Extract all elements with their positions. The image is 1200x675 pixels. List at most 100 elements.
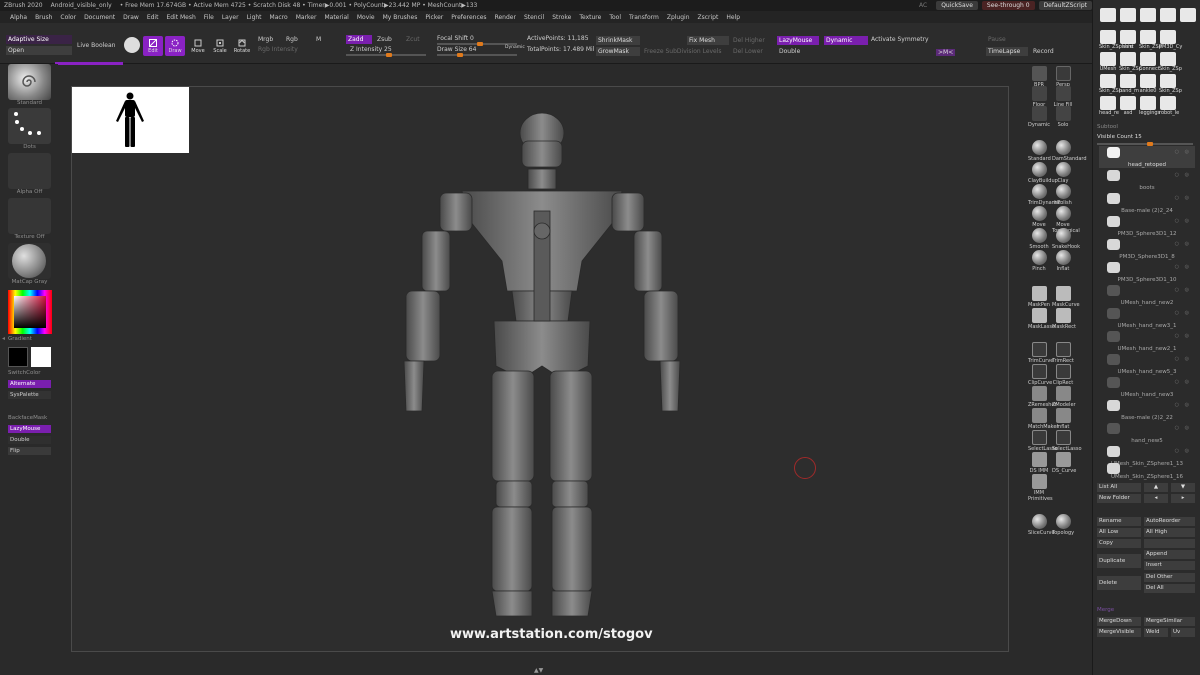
menu-my-brushes[interactable]: My Brushes bbox=[379, 14, 422, 21]
alpha-off-swatch[interactable] bbox=[8, 153, 51, 189]
subtool-visibility-icons[interactable]: ○ ◎ bbox=[1175, 218, 1191, 224]
menu-light[interactable]: Light bbox=[243, 14, 266, 21]
brush-maskcurve[interactable]: MaskCurve bbox=[1052, 286, 1080, 308]
tool-thumb[interactable] bbox=[1119, 8, 1137, 22]
autoreorder-button[interactable]: AutoReorder bbox=[1144, 517, 1195, 526]
z-intensity-slider[interactable]: Z Intensity 25 bbox=[350, 46, 392, 53]
live-boolean-button[interactable]: Live Boolean bbox=[77, 42, 115, 49]
brush-snakehook[interactable]: SnakeHook bbox=[1052, 228, 1080, 250]
subtool-header[interactable]: Subtool bbox=[1097, 124, 1118, 130]
subtool-row-selected[interactable]: ○ ◎ head_retoped bbox=[1099, 146, 1195, 168]
tool-thumb[interactable]: head_re bbox=[1099, 96, 1119, 116]
document-canvas[interactable]: www.artstation.com/stogov bbox=[71, 86, 1009, 652]
menu-zplugin[interactable]: Zplugin bbox=[663, 14, 694, 21]
stroke-dots-swatch[interactable] bbox=[8, 108, 51, 144]
dynamic-size-button[interactable]: Dynamic bbox=[505, 45, 525, 50]
pause-button[interactable]: Pause bbox=[988, 36, 1006, 43]
menu-transform[interactable]: Transform bbox=[625, 14, 663, 21]
tool-thumb[interactable]: Connect bbox=[1139, 52, 1160, 72]
tool-thumb[interactable]: PM3D_Cy bbox=[1159, 30, 1182, 50]
subtool-row[interactable]: ○ ◎ PM3D_Sphere3D1_8 bbox=[1099, 238, 1195, 260]
gradient-label[interactable]: Gradient bbox=[8, 336, 51, 342]
focal-shift-knob[interactable] bbox=[477, 42, 483, 46]
duplicate-button[interactable]: Duplicate bbox=[1097, 554, 1141, 568]
z-intensity-track[interactable] bbox=[346, 53, 426, 57]
record-button[interactable]: Record bbox=[1033, 48, 1054, 55]
growmask-button[interactable]: GrowMask bbox=[596, 47, 640, 56]
brush-maskpen[interactable]: MaskPen bbox=[1028, 286, 1050, 308]
tool-thumb[interactable]: Skin_ZSp bbox=[1159, 52, 1182, 72]
tool-thumb[interactable]: Skin_ZSp bbox=[1119, 52, 1142, 72]
matcap-gray-swatch[interactable] bbox=[8, 243, 51, 279]
brush-trimdynamic[interactable]: TrimDynamic bbox=[1028, 184, 1061, 206]
timelapse-button[interactable]: TimeLapse bbox=[986, 47, 1028, 56]
tool-thumb[interactable] bbox=[1179, 8, 1197, 22]
switchcolor-button[interactable]: SwitchColor bbox=[8, 370, 51, 376]
subtool-row[interactable]: ○ ◎ UMesh_hand_new5_3 bbox=[1099, 353, 1195, 375]
all-high-button[interactable]: All High bbox=[1144, 528, 1195, 537]
brush-trimrect[interactable]: TrimRect bbox=[1052, 342, 1074, 364]
default-zscript-button[interactable]: DefaultZScript bbox=[1038, 1, 1092, 10]
double-toggle[interactable]: Double bbox=[8, 436, 51, 444]
ac-indicator[interactable]: AC bbox=[914, 1, 932, 10]
tool-thumb[interactable]: Skin_ZSp bbox=[1099, 74, 1122, 94]
subtool-visibility-icons[interactable]: ○ ◎ bbox=[1175, 287, 1191, 293]
draw-size-track[interactable] bbox=[437, 53, 517, 57]
subtool-visibility-icons[interactable]: ○ ◎ bbox=[1175, 195, 1191, 201]
brush-slicecurve[interactable]: SliceCurve bbox=[1028, 514, 1055, 536]
subtool-row[interactable]: ○ ◎ Base-male (2)2_24 bbox=[1099, 192, 1195, 214]
menu-help[interactable]: Help bbox=[722, 14, 744, 21]
brush-smooth[interactable]: Smooth bbox=[1028, 228, 1050, 250]
mergedown-button[interactable]: MergeDown bbox=[1097, 617, 1141, 626]
brush-pinch[interactable]: Pinch bbox=[1028, 250, 1050, 272]
insert-button[interactable]: Insert bbox=[1144, 561, 1195, 570]
see-through-slider[interactable]: See-through 0 bbox=[981, 1, 1035, 10]
edit-button[interactable]: Edit bbox=[143, 36, 163, 56]
menu-draw[interactable]: Draw bbox=[119, 14, 143, 21]
brush-trimcurve[interactable]: TrimCurve bbox=[1028, 342, 1053, 364]
brush-clay[interactable]: Clay bbox=[1052, 162, 1074, 184]
tool-thumb[interactable]: asd bbox=[1119, 96, 1137, 116]
menu-file[interactable]: File bbox=[200, 14, 218, 21]
subtool-visibility-icons[interactable]: ○ ◎ bbox=[1175, 149, 1191, 155]
primary-color-swatch[interactable] bbox=[8, 347, 28, 367]
brush-selectlasso[interactable]: SelectLasso bbox=[1028, 430, 1058, 452]
symmetry-mx-button[interactable]: >M< bbox=[936, 49, 956, 56]
subtool-row[interactable]: ○ ◎ hand_new5 bbox=[1099, 422, 1195, 444]
subtool-visibility-icons[interactable]: ○ ◎ bbox=[1175, 425, 1191, 431]
mergevisible-button[interactable]: MergeVisible bbox=[1097, 628, 1141, 637]
brush-ds-imm[interactable]: DS IMM bbox=[1028, 452, 1050, 474]
left-dock-arrow-icon[interactable]: ◂ bbox=[2, 335, 5, 342]
subtool-row[interactable]: ○ ◎ UMesh_hand_new2_1 bbox=[1099, 330, 1195, 352]
menu-texture[interactable]: Texture bbox=[575, 14, 605, 21]
brush-claybuildup[interactable]: ClayBuildup bbox=[1028, 162, 1058, 184]
del-lower-button[interactable]: Del Lower bbox=[733, 48, 763, 55]
shrinkmask-button[interactable]: ShrinkMask bbox=[596, 36, 640, 45]
del-higher-button[interactable]: Del Higher bbox=[733, 37, 765, 44]
brush-hpolish[interactable]: hPolish bbox=[1052, 184, 1074, 206]
m-button[interactable]: M bbox=[316, 36, 321, 43]
brush-matchmaker[interactable]: MatchMaker bbox=[1028, 408, 1058, 430]
all-low-button[interactable]: All Low bbox=[1097, 528, 1141, 537]
tool-thumb[interactable]: hand_m bbox=[1119, 74, 1139, 94]
merge-header[interactable]: Merge bbox=[1097, 607, 1114, 613]
draw-button[interactable]: Draw bbox=[165, 36, 185, 56]
brush-cliprect[interactable]: ClipRect bbox=[1052, 364, 1074, 386]
brush-move[interactable]: Move bbox=[1028, 206, 1050, 228]
brush-topology[interactable]: Topology bbox=[1052, 514, 1074, 536]
backfacemask-button[interactable]: BackfaceMask bbox=[8, 415, 51, 421]
subtool-visibility-icons[interactable]: ○ ◎ bbox=[1175, 172, 1191, 178]
brush-damstandard[interactable]: DamStandard bbox=[1052, 140, 1087, 162]
brush-standard-swatch[interactable] bbox=[8, 64, 51, 100]
draw-size-slider[interactable]: Draw Size 64 bbox=[437, 46, 476, 53]
brush-selectlasso-2[interactable]: SelectLasso bbox=[1052, 430, 1082, 452]
persp-button[interactable]: Persp bbox=[1052, 66, 1074, 88]
brush-maskrect[interactable]: MaskRect bbox=[1052, 308, 1076, 330]
navigator-thumbnail[interactable] bbox=[72, 87, 189, 153]
subtool-row[interactable]: ○ ◎ UMesh_hand_new3 bbox=[1099, 376, 1195, 398]
move-button[interactable]: Move bbox=[188, 36, 208, 56]
tool-thumb[interactable]: Skin_ZSp bbox=[1139, 30, 1162, 50]
tool-thumb[interactable]: leggings bbox=[1139, 96, 1160, 116]
menu-alpha[interactable]: Alpha bbox=[6, 14, 31, 21]
focal-shift-slider[interactable]: Focal Shift 0 bbox=[437, 35, 474, 42]
